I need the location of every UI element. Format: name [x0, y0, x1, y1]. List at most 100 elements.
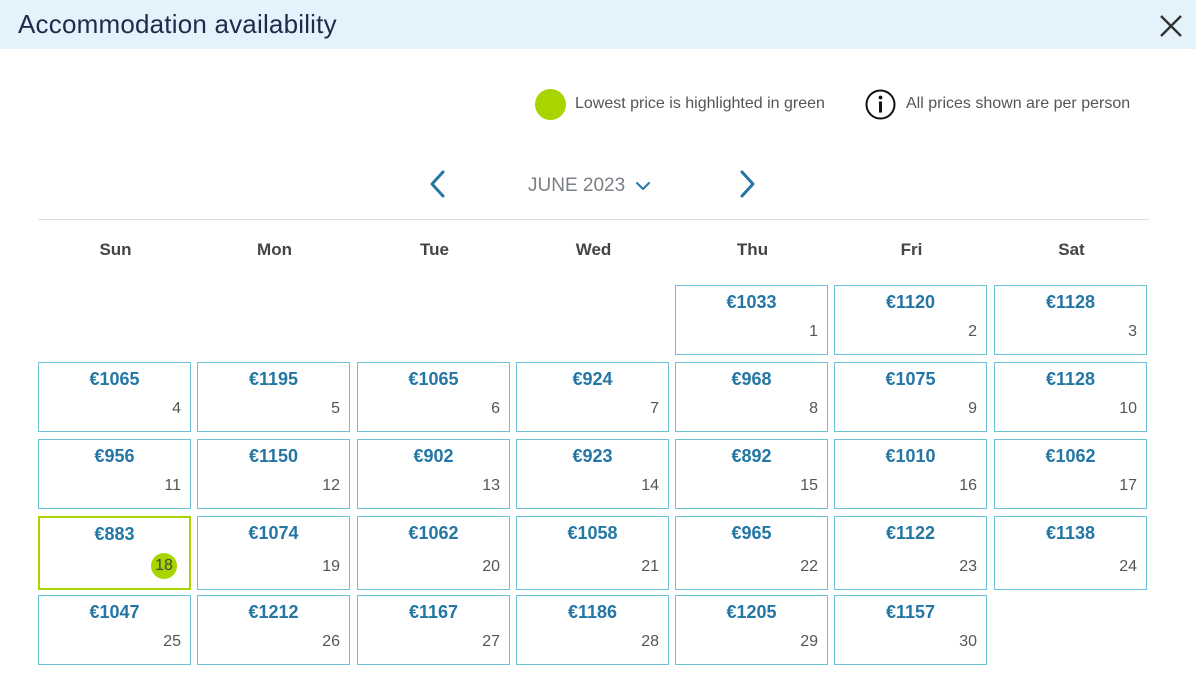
- day-number: 6: [491, 400, 500, 417]
- day-number: 28: [641, 633, 659, 650]
- weekday-label: Sat: [1058, 240, 1085, 259]
- lowest-price-legend-dot: [535, 89, 566, 120]
- day-price: €965: [731, 523, 772, 543]
- modal-title: Accommodation availability: [18, 9, 337, 39]
- day-number: 5: [331, 400, 340, 417]
- day-price: €883: [94, 524, 135, 544]
- day-number: 10: [1119, 400, 1137, 417]
- day-number: 20: [482, 558, 500, 575]
- calendar-day-cell[interactable]: €1062 17: [994, 439, 1147, 509]
- day-price: €1062: [1045, 446, 1096, 466]
- calendar-day-cell[interactable]: €1122 23: [834, 516, 987, 590]
- calendar-day-cell[interactable]: €1058 21: [516, 516, 669, 590]
- day-price: €1010: [885, 446, 936, 466]
- day-price: €1167: [408, 602, 459, 622]
- per-person-legend-label: All prices shown are per person: [906, 95, 1131, 112]
- calendar-day-cell[interactable]: €1065 4: [38, 362, 191, 432]
- modal-header: Accommodation availability: [0, 0, 1196, 49]
- weekday-label: Thu: [736, 240, 769, 259]
- calendar-day-cell[interactable]: €965 22: [675, 516, 828, 590]
- month-dropdown[interactable]: JUNE 2023: [528, 174, 651, 198]
- day-price: €1138: [1045, 523, 1096, 543]
- day-price: €1128: [1045, 369, 1096, 389]
- calendar-day-cell[interactable]: €924 7: [516, 362, 669, 432]
- day-number: 8: [809, 400, 818, 417]
- calendar-day-cell[interactable]: €1205 29: [675, 595, 828, 665]
- chevron-left-icon: [430, 170, 445, 198]
- day-number: 25: [163, 633, 181, 650]
- calendar-day-cell[interactable]: €1075 9: [834, 362, 987, 432]
- day-price: €1065: [89, 369, 140, 389]
- previous-month-button[interactable]: [425, 168, 451, 200]
- calendar-day-cell[interactable]: €923 14: [516, 439, 669, 509]
- calendar-day-cell[interactable]: €1128 10: [994, 362, 1147, 432]
- day-price: €892: [731, 446, 772, 466]
- day-number: 11: [164, 477, 181, 494]
- calendar-day-cell[interactable]: €1074 19: [197, 516, 350, 590]
- calendar-day-cell[interactable]: €968 8: [675, 362, 828, 432]
- calendar-day-cell[interactable]: €1186 28: [516, 595, 669, 665]
- day-price: €956: [94, 446, 135, 466]
- day-number: 15: [800, 477, 818, 494]
- weekday-label: Wed: [575, 240, 612, 259]
- day-price: €1212: [248, 602, 299, 622]
- calendar-day-cell[interactable]: €1120 2: [834, 285, 987, 355]
- calendar-day-cell[interactable]: €1157 30: [834, 595, 987, 665]
- day-number: 3: [1128, 323, 1137, 340]
- day-number: 22: [800, 558, 818, 575]
- next-month-button[interactable]: [734, 168, 760, 200]
- day-number: 24: [1119, 558, 1137, 575]
- weekday-label: Fri: [900, 240, 923, 259]
- calendar-day-cell[interactable]: €1167 27: [357, 595, 510, 665]
- calendar-divider: [38, 219, 1149, 220]
- day-number: 2: [968, 323, 977, 340]
- day-number: 27: [482, 633, 500, 650]
- day-price: €1122: [885, 523, 936, 543]
- weekday-label: Mon: [257, 240, 292, 259]
- weekday-label: Sun: [99, 240, 132, 259]
- day-number: 21: [641, 558, 659, 575]
- day-price: €1075: [885, 369, 936, 389]
- day-price: €1033: [726, 292, 777, 312]
- day-price: €1120: [885, 292, 936, 312]
- calendar-day-cell[interactable]: €1195 5: [197, 362, 350, 432]
- calendar-day-cell[interactable]: €1010 16: [834, 439, 987, 509]
- month-label: JUNE 2023: [528, 175, 626, 196]
- chevron-right-icon: [740, 170, 755, 198]
- day-price: €1128: [1045, 292, 1096, 312]
- calendar-day-cell[interactable]: €1150 12: [197, 439, 350, 509]
- day-price: €1065: [408, 369, 459, 389]
- day-price: €1205: [726, 602, 777, 622]
- lowest-price-legend-label: Lowest price is highlighted in green: [575, 95, 825, 112]
- day-number: 14: [641, 477, 659, 494]
- day-number: 23: [959, 558, 977, 575]
- calendar-day-cell[interactable]: €1065 6: [357, 362, 510, 432]
- calendar-day-cell[interactable]: €1128 3: [994, 285, 1147, 355]
- calendar-day-cell[interactable]: €902 13: [357, 439, 510, 509]
- calendar-day-cell[interactable]: €1212 26: [197, 595, 350, 665]
- chevron-down-icon: [636, 182, 651, 190]
- calendar-day-cell[interactable]: €1138 24: [994, 516, 1147, 590]
- day-price: €1058: [567, 523, 618, 543]
- day-price: €1074: [248, 523, 299, 543]
- calendar-day-cell[interactable]: €1047 25: [38, 595, 191, 665]
- day-number: 17: [1119, 477, 1137, 494]
- day-price: €1150: [248, 446, 299, 466]
- day-price: €902: [413, 446, 454, 466]
- day-price: €968: [731, 369, 772, 389]
- day-number: 13: [482, 477, 500, 494]
- close-button[interactable]: [1157, 12, 1185, 40]
- day-number: 29: [800, 633, 818, 650]
- calendar-day-cell[interactable]: €1062 20: [357, 516, 510, 590]
- calendar-day-cell[interactable]: €956 11: [38, 439, 191, 509]
- day-price: €924: [572, 369, 613, 389]
- day-price: €1047: [89, 602, 140, 622]
- day-number: 19: [322, 558, 340, 575]
- day-number: 7: [650, 400, 659, 417]
- day-number: 30: [959, 633, 977, 650]
- calendar-day-cell-lowest[interactable]: €883 18: [38, 516, 191, 590]
- calendar-day-cell[interactable]: €892 15: [675, 439, 828, 509]
- day-number: 1: [809, 323, 818, 340]
- weekday-label: Tue: [420, 240, 449, 259]
- calendar-day-cell[interactable]: €1033 1: [675, 285, 828, 355]
